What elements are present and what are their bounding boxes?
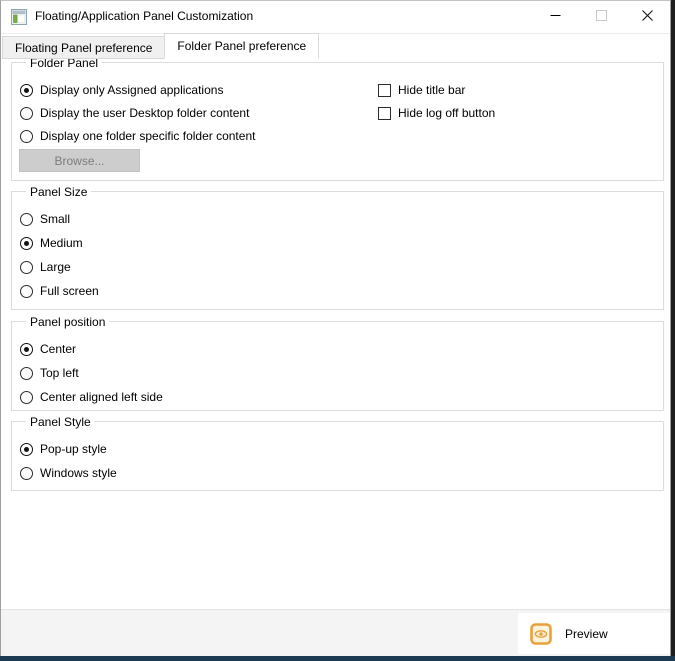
- radio-size-full-screen[interactable]: Full screen: [20, 283, 99, 299]
- radio-label: Large: [40, 260, 71, 274]
- radio-label: Top left: [40, 366, 79, 380]
- tab-folder-panel-preference[interactable]: Folder Panel preference: [164, 33, 319, 59]
- radio-display-specific-folder[interactable]: Display one folder specific folder conte…: [20, 128, 255, 144]
- radio-size-medium[interactable]: Medium: [20, 235, 83, 251]
- radio-position-center-left[interactable]: Center aligned left side: [20, 389, 163, 405]
- radio-label: Display one folder specific folder conte…: [40, 129, 255, 143]
- radio-display-only-assigned[interactable]: Display only Assigned applications: [20, 82, 223, 98]
- footer-bar: Preview: [1, 609, 670, 657]
- checkbox-icon[interactable]: [378, 107, 391, 120]
- radio-icon[interactable]: [20, 261, 33, 274]
- radio-display-desktop-folder[interactable]: Display the user Desktop folder content: [20, 105, 249, 121]
- radio-icon[interactable]: [20, 285, 33, 298]
- checkbox-label: Hide log off button: [398, 106, 495, 120]
- radio-label: Pop-up style: [40, 442, 107, 456]
- radio-icon[interactable]: [20, 467, 33, 480]
- radio-position-center[interactable]: Center: [20, 341, 76, 357]
- group-panel-style: Panel Style Pop-up style Windows style: [11, 421, 664, 491]
- tab-strip: Floating Panel preference Folder Panel p…: [2, 33, 319, 59]
- group-legend: Panel Style: [26, 414, 95, 430]
- checkbox-icon[interactable]: [378, 84, 391, 97]
- radio-label: Medium: [40, 236, 83, 250]
- checkbox-hide-log-off-button[interactable]: Hide log off button: [378, 105, 495, 121]
- group-legend: Panel Size: [26, 184, 91, 200]
- radio-label: Full screen: [40, 284, 99, 298]
- group-folder-panel: Folder Panel Display only Assigned appli…: [11, 62, 664, 181]
- tab-floating-panel-preference[interactable]: Floating Panel preference: [2, 36, 165, 59]
- maximize-icon: [596, 8, 607, 26]
- title-bar: Floating/Application Panel Customization: [1, 1, 670, 34]
- desktop-backdrop-bottom: [0, 656, 675, 661]
- radio-icon[interactable]: [20, 391, 33, 404]
- close-button[interactable]: [624, 1, 670, 32]
- radio-icon[interactable]: [20, 443, 33, 456]
- radio-icon[interactable]: [20, 130, 33, 143]
- radio-icon[interactable]: [20, 237, 33, 250]
- minimize-button[interactable]: [532, 1, 578, 32]
- radio-label: Center aligned left side: [40, 390, 163, 404]
- radio-icon[interactable]: [20, 107, 33, 120]
- dialog-window: Floating/Application Panel Customization…: [0, 0, 671, 656]
- radio-label: Windows style: [40, 466, 117, 480]
- desktop-backdrop-right: [671, 0, 675, 656]
- group-panel-size: Panel Size Small Medium Large Full scree…: [11, 191, 664, 310]
- radio-label: Display only Assigned applications: [40, 83, 223, 97]
- browse-button[interactable]: Browse...: [19, 149, 140, 172]
- checkbox-label: Hide title bar: [398, 83, 465, 97]
- radio-icon[interactable]: [20, 367, 33, 380]
- maximize-button[interactable]: [578, 1, 624, 32]
- radio-icon[interactable]: [20, 213, 33, 226]
- tab-label: Floating Panel preference: [15, 41, 152, 55]
- radio-style-popup[interactable]: Pop-up style: [20, 441, 107, 457]
- radio-size-large[interactable]: Large: [20, 259, 71, 275]
- radio-size-small[interactable]: Small: [20, 211, 70, 227]
- window-title: Floating/Application Panel Customization: [35, 1, 253, 32]
- radio-label: Display the user Desktop folder content: [40, 106, 249, 120]
- radio-label: Center: [40, 342, 76, 356]
- radio-icon[interactable]: [20, 343, 33, 356]
- radio-style-windows[interactable]: Windows style: [20, 465, 117, 481]
- radio-icon[interactable]: [20, 84, 33, 97]
- app-window-icon: [11, 9, 27, 25]
- group-panel-position: Panel position Center Top left Center al…: [11, 321, 664, 411]
- checkbox-hide-title-bar[interactable]: Hide title bar: [378, 82, 465, 98]
- group-legend: Panel position: [26, 314, 109, 330]
- eye-icon: [530, 623, 552, 645]
- radio-label: Small: [40, 212, 70, 226]
- preview-button[interactable]: Preview: [518, 613, 670, 654]
- close-icon: [642, 8, 653, 26]
- minimize-icon: [550, 8, 561, 26]
- radio-position-top-left[interactable]: Top left: [20, 365, 79, 381]
- preview-label: Preview: [565, 627, 608, 641]
- tab-label: Folder Panel preference: [177, 39, 306, 53]
